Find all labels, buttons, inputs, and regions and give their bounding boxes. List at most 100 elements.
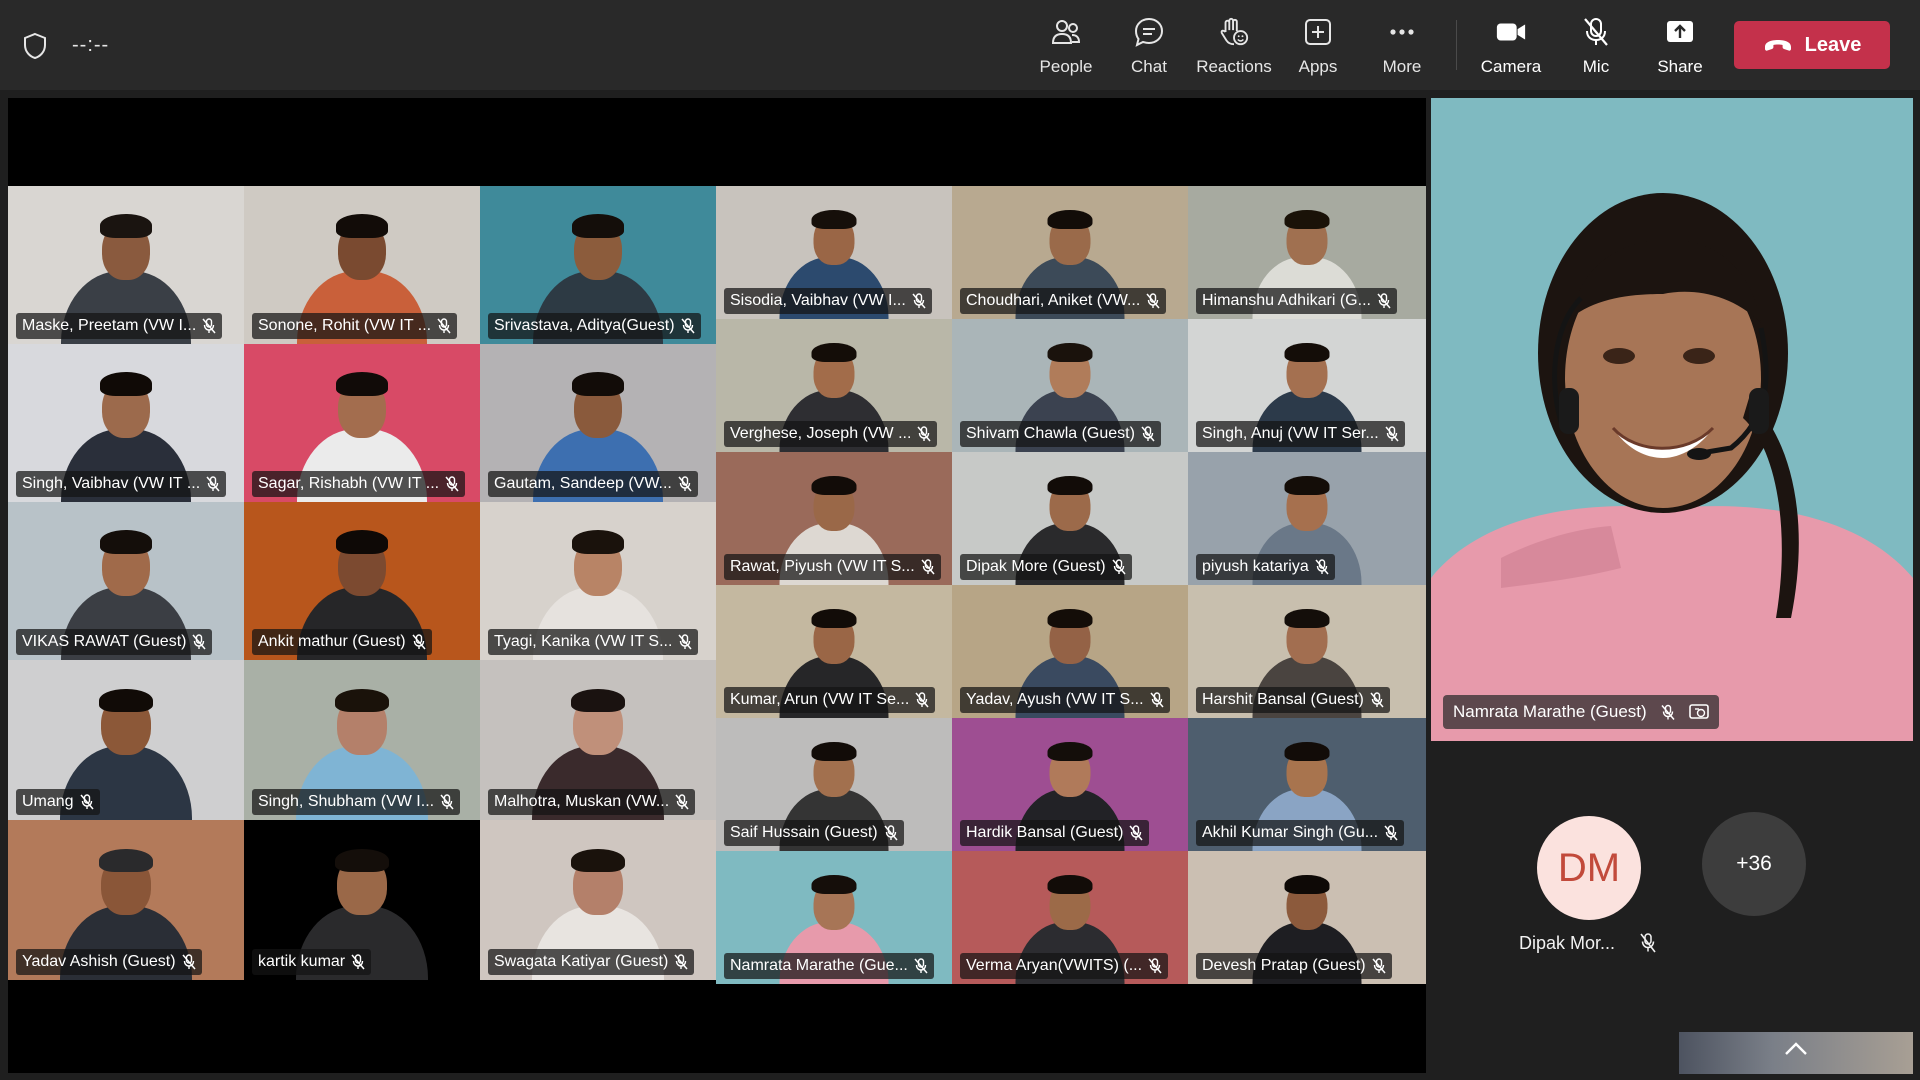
- reactions-label: Reactions: [1196, 57, 1272, 76]
- participant-tile[interactable]: Yadav, Ayush (VW IT S...: [952, 585, 1188, 718]
- mic-off-icon: [1384, 825, 1398, 841]
- participant-tile[interactable]: Swagata Katiyar (Guest): [480, 820, 716, 980]
- participant-tile[interactable]: Kumar, Arun (VW IT Se...: [716, 585, 952, 718]
- chat-button[interactable]: Chat: [1108, 12, 1190, 80]
- mic-off-icon: [1141, 426, 1155, 442]
- mic-off-icon: [351, 954, 365, 970]
- participant-name: Dipak More (Guest): [966, 558, 1106, 575]
- participant-nametag: Dipak More (Guest): [960, 554, 1132, 580]
- self-view-video[interactable]: [1679, 1032, 1913, 1074]
- mic-off-icon: [1640, 933, 1656, 953]
- participant-avatar[interactable]: DM: [1537, 816, 1641, 920]
- share-label: Share: [1657, 57, 1703, 76]
- participant-tile[interactable]: Rawat, Piyush (VW IT S...: [716, 452, 952, 585]
- participant-tile[interactable]: Singh, Shubham (VW I...: [244, 660, 480, 820]
- participant-tile[interactable]: Namrata Marathe (Gue...: [716, 851, 952, 984]
- meeting-timer: --:--: [72, 34, 110, 56]
- participant-tile[interactable]: Verma Aryan(VWITS) (...: [952, 851, 1188, 984]
- mic-off-icon: [675, 794, 689, 810]
- participant-nametag: Umang: [16, 789, 100, 815]
- mic-off-icon: [80, 794, 94, 810]
- participant-name: Gautam, Sandeep (VW...: [494, 475, 672, 492]
- spotlight-person: [1431, 193, 1913, 741]
- participant-nametag: Saif Hussain (Guest): [724, 820, 904, 846]
- mic-off-icon: [680, 318, 695, 334]
- mic-label: Mic: [1582, 57, 1610, 76]
- participant-name: Devesh Pratap (Guest): [1202, 957, 1366, 974]
- participant-tile[interactable]: Akhil Kumar Singh (Gu...: [1188, 718, 1426, 851]
- camera-button[interactable]: Camera: [1470, 12, 1552, 80]
- phone-hangup-icon: [1764, 40, 1791, 51]
- mic-off-icon: [1377, 293, 1391, 309]
- participant-tile[interactable]: Sisodia, Vaibhav (VW I...: [716, 186, 952, 319]
- mic-off-icon: [1146, 293, 1160, 309]
- toolbar-divider: [1456, 20, 1457, 70]
- participant-tile[interactable]: Singh, Vaibhav (VW IT ...: [8, 344, 244, 502]
- participant-tile[interactable]: Singh, Anuj (VW IT Ser...: [1188, 319, 1426, 452]
- participant-tile[interactable]: Sagar, Rishabh (VW IT ...: [244, 344, 480, 502]
- mic-off-icon: [884, 825, 898, 841]
- participant-nametag: Swagata Katiyar (Guest): [488, 949, 695, 975]
- chevron-up-icon[interactable]: [1783, 1040, 1809, 1058]
- leave-button[interactable]: Leave: [1734, 21, 1890, 69]
- more-label: More: [1382, 57, 1422, 76]
- apps-label: Apps: [1298, 57, 1338, 76]
- mic-off-icon: [440, 794, 454, 810]
- reactions-button[interactable]: Reactions: [1193, 12, 1275, 80]
- participant-tile[interactable]: Yadav Ashish (Guest): [8, 820, 244, 980]
- more-participants-button[interactable]: +36: [1702, 812, 1806, 916]
- mic-button[interactable]: Mic: [1555, 12, 1637, 80]
- participant-tile[interactable]: Himanshu Adhikari (G...: [1188, 186, 1426, 319]
- participant-nametag: Gautam, Sandeep (VW...: [488, 471, 698, 497]
- participant-name: Yadav, Ayush (VW IT S...: [966, 691, 1144, 708]
- mic-off-icon: [917, 426, 931, 442]
- participant-name: VIKAS RAWAT (Guest): [22, 633, 187, 650]
- participant-tile[interactable]: Shivam Chawla (Guest): [952, 319, 1188, 452]
- participant-nametag: Ankit mathur (Guest): [252, 629, 432, 655]
- share-icon: [1664, 16, 1696, 48]
- participant-tile[interactable]: Saif Hussain (Guest): [716, 718, 952, 851]
- share-button[interactable]: Share: [1639, 12, 1721, 80]
- participant-tile[interactable]: Maske, Preetam (VW I...: [8, 186, 244, 344]
- participant-name: Choudhari, Aniket (VW...: [966, 292, 1141, 309]
- participant-tile[interactable]: Ankit mathur (Guest): [244, 502, 480, 660]
- spotlight-video[interactable]: Namrata Marathe (Guest): [1431, 98, 1913, 741]
- participant-tile[interactable]: Sonone, Rohit (VW IT ...: [244, 186, 480, 344]
- participant-tile[interactable]: Hardik Bansal (Guest): [952, 718, 1188, 851]
- apps-icon: [1302, 16, 1334, 48]
- participant-tile[interactable]: Harshit Bansal (Guest): [1188, 585, 1426, 718]
- participant-tile[interactable]: Tyagi, Kanika (VW IT S...: [480, 502, 716, 660]
- participant-tile[interactable]: kartik kumar: [244, 820, 480, 980]
- shield-icon[interactable]: [22, 32, 48, 60]
- mic-off-icon: [437, 318, 451, 334]
- participant-tile[interactable]: Choudhari, Aniket (VW...: [952, 186, 1188, 319]
- participant-tile[interactable]: Umang: [8, 660, 244, 820]
- mic-off-icon: [1385, 426, 1399, 442]
- apps-button[interactable]: Apps: [1277, 12, 1359, 80]
- participant-tile[interactable]: Devesh Pratap (Guest): [1188, 851, 1426, 984]
- participant-tile[interactable]: VIKAS RAWAT (Guest): [8, 502, 244, 660]
- participant-tile[interactable]: Srivastava, Aditya(Guest): [480, 186, 716, 344]
- video-grid: Maske, Preetam (VW I... Sonone, Rohit (VW…: [8, 98, 1426, 1073]
- participant-name: Sonone, Rohit (VW IT ...: [258, 317, 432, 334]
- participant-name: Shivam Chawla (Guest): [966, 425, 1135, 442]
- participant-name: Harshit Bansal (Guest): [1202, 691, 1364, 708]
- more-button[interactable]: More: [1361, 12, 1443, 80]
- participant-tile[interactable]: Verghese, Joseph (VW ...: [716, 319, 952, 452]
- people-button[interactable]: People: [1025, 12, 1107, 80]
- participant-tile[interactable]: piyush katariya: [1188, 452, 1426, 585]
- mic-off-icon: [202, 318, 216, 334]
- participant-nametag: Singh, Vaibhav (VW IT ...: [16, 471, 227, 497]
- participant-tile[interactable]: Gautam, Sandeep (VW...: [480, 344, 716, 502]
- participant-name: Sagar, Rishabh (VW IT ...: [258, 475, 440, 492]
- participant-tile[interactable]: Dipak More (Guest): [952, 452, 1188, 585]
- participant-tile[interactable]: Malhotra, Muskan (VW...: [480, 660, 716, 820]
- spotlight-nametag: Namrata Marathe (Guest): [1443, 695, 1719, 729]
- participant-nametag: Choudhari, Aniket (VW...: [960, 288, 1167, 314]
- chat-icon: [1133, 16, 1165, 48]
- content-share-icon[interactable]: [1688, 703, 1709, 721]
- mic-off-icon: [206, 476, 220, 492]
- mic-off-icon: [1112, 559, 1126, 575]
- participant-nametag: VIKAS RAWAT (Guest): [16, 629, 213, 655]
- mic-off-icon: [912, 293, 926, 309]
